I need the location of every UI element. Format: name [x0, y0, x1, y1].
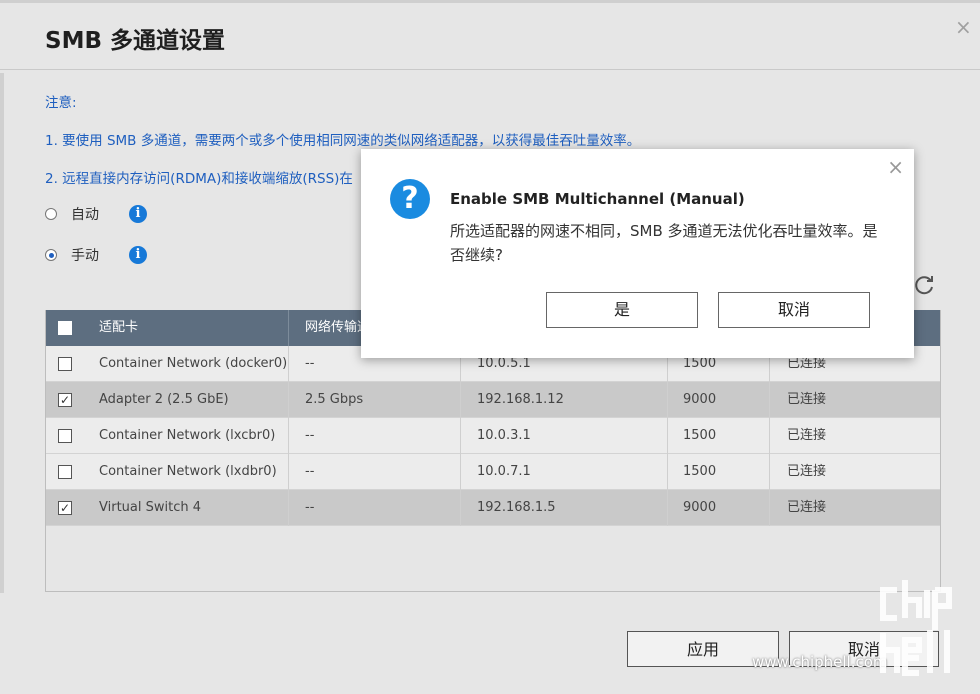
cell-adapter: Container Network (docker0) — [99, 356, 288, 371]
mode-manual-option[interactable]: 手动 i — [45, 245, 147, 265]
dialog-yes-button[interactable]: 是 — [546, 292, 698, 328]
dialog-title: Enable SMB Multichannel (Manual) — [450, 190, 745, 208]
cell-ip: 192.168.1.12 — [477, 392, 564, 407]
cell-status: 已连接 — [787, 500, 827, 515]
info-icon[interactable]: i — [129, 246, 147, 264]
cell-speed: -- — [305, 356, 315, 371]
close-icon[interactable]: × — [955, 15, 972, 39]
select-all-checkbox[interactable] — [58, 321, 72, 335]
note-line-2: 2. 远程直接内存访问(RDMA)和接收端缩放(RSS)在 — [45, 171, 353, 187]
row-checkbox[interactable]: ✓ — [58, 501, 72, 515]
cell-status: 已连接 — [787, 428, 827, 443]
cell-status: 已连接 — [787, 464, 827, 479]
row-checkbox[interactable]: ✓ — [58, 393, 72, 407]
cell-speed: -- — [305, 500, 315, 515]
column-header-adapter[interactable]: 适配卡 — [99, 310, 138, 346]
column-header-speed[interactable]: 网络传输速 — [305, 310, 365, 346]
row-checkbox[interactable] — [58, 357, 72, 371]
table-row[interactable]: ✓ Virtual Switch 4 -- 192.168.1.5 9000 已连接 — [46, 490, 940, 526]
table-row[interactable]: Container Network (lxcbr0) -- 10.0.3.1 1500… — [46, 418, 940, 454]
manual-radio[interactable] — [45, 249, 57, 261]
info-icon[interactable]: i — [129, 205, 147, 223]
cell-ip: 10.0.7.1 — [477, 464, 531, 479]
cell-adapter: Adapter 2 (2.5 GbE) — [99, 392, 229, 407]
cell-mtu: 1500 — [683, 464, 717, 479]
cell-status: 已连接 — [787, 392, 827, 407]
row-checkbox[interactable] — [58, 465, 72, 479]
table-row[interactable]: Container Network (lxdbr0) -- 10.0.7.1 1500… — [46, 454, 940, 490]
refresh-icon[interactable] — [912, 273, 936, 297]
manual-label: 手动 — [71, 248, 99, 264]
mode-auto-option[interactable]: 自动 i — [45, 204, 147, 224]
cell-adapter: Virtual Switch 4 — [99, 500, 201, 515]
table-row[interactable]: ✓ Adapter 2 (2.5 GbE) 2.5 Gbps 192.168.1.12… — [46, 382, 940, 418]
question-icon: ? — [390, 179, 430, 219]
cell-speed: -- — [305, 428, 315, 443]
cell-mtu: 9000 — [683, 392, 717, 407]
dialog-cancel-button[interactable]: 取消 — [718, 292, 870, 328]
note-line-1: 1. 要使用 SMB 多通道，需要两个或多个使用相同网速的类似网络适配器，以获得… — [45, 133, 641, 149]
watermark-url: www.chiphell.com — [752, 653, 888, 671]
cell-adapter: Container Network (lxcbr0) — [99, 428, 276, 443]
dialog-message: 所选适配器的网速不相同，SMB 多通道无法优化吞吐量效率。是否继续? — [450, 222, 878, 264]
note-heading: 注意: — [45, 95, 77, 111]
chiphell-logo-icon — [880, 580, 952, 676]
cell-speed: -- — [305, 464, 315, 479]
title-divider — [0, 69, 980, 70]
auto-label: 自动 — [71, 207, 99, 223]
confirm-dialog: × ? Enable SMB Multichannel (Manual) 所选适… — [361, 149, 914, 358]
row-checkbox[interactable] — [58, 429, 72, 443]
cell-mtu: 1500 — [683, 428, 717, 443]
cell-ip: 192.168.1.5 — [477, 500, 556, 515]
cell-speed: 2.5 Gbps — [305, 392, 364, 407]
dialog-close-icon[interactable]: × — [887, 155, 904, 179]
window-edge — [0, 73, 4, 593]
cell-ip: 10.0.3.1 — [477, 428, 531, 443]
cell-mtu: 9000 — [683, 500, 717, 515]
window-title: SMB 多通道设置 — [45, 28, 225, 54]
cell-adapter: Container Network (lxdbr0) — [99, 464, 277, 479]
auto-radio[interactable] — [45, 208, 57, 220]
